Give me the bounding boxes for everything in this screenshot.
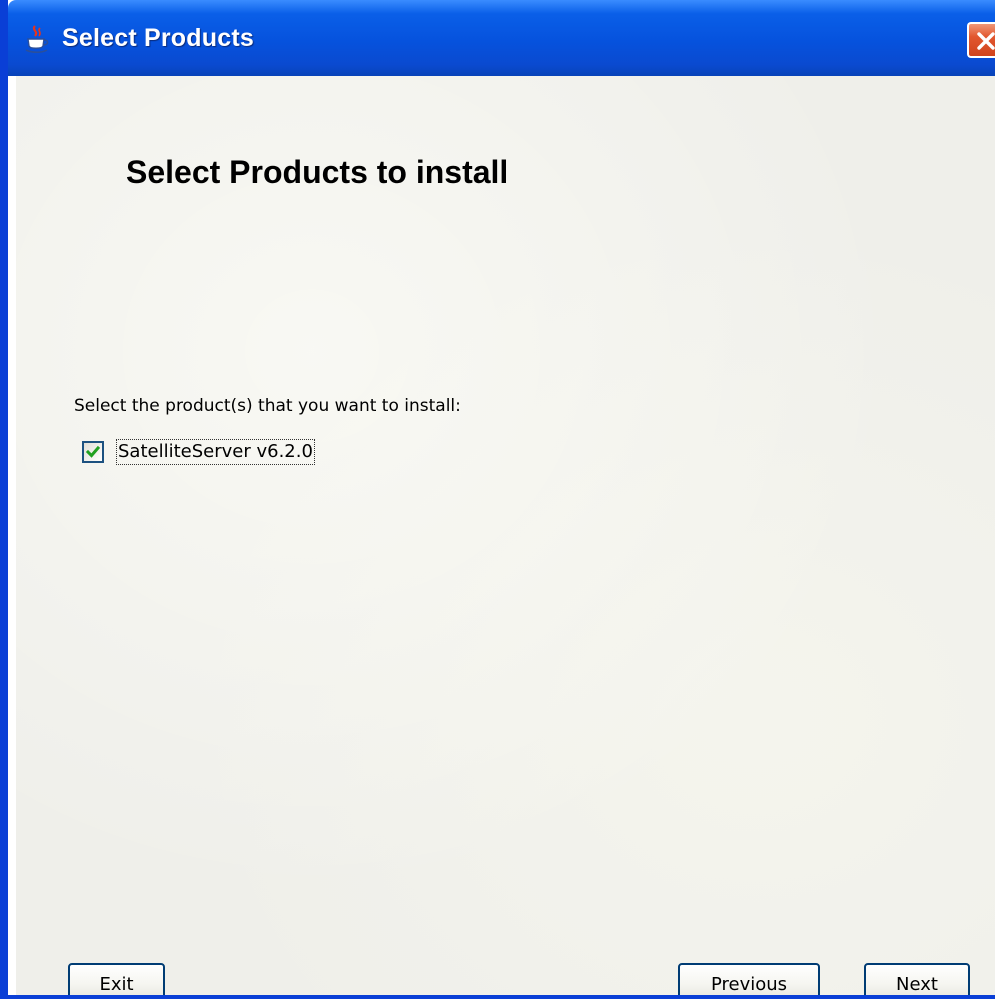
product-prompt: Select the product(s) that you want to i…: [74, 396, 461, 416]
installer-window: Select Products Select Products to insta…: [0, 0, 995, 999]
exit-button[interactable]: Exit: [68, 963, 165, 995]
content-panel: Select Products to install Select the pr…: [16, 76, 995, 995]
product-checkbox-row[interactable]: SatelliteServer v6.2.0: [82, 439, 315, 465]
window-title: Select Products: [62, 24, 254, 52]
previous-button[interactable]: Previous: [678, 963, 820, 995]
page-heading: Select Products to install: [126, 154, 509, 190]
java-cup-icon: [22, 24, 52, 54]
product-checkbox[interactable]: [82, 441, 104, 463]
close-button[interactable]: [967, 22, 995, 58]
title-bar[interactable]: Select Products: [8, 0, 995, 76]
checkmark-icon: [85, 445, 101, 458]
next-button[interactable]: Next: [864, 963, 970, 995]
product-checkbox-label[interactable]: SatelliteServer v6.2.0: [116, 439, 315, 465]
